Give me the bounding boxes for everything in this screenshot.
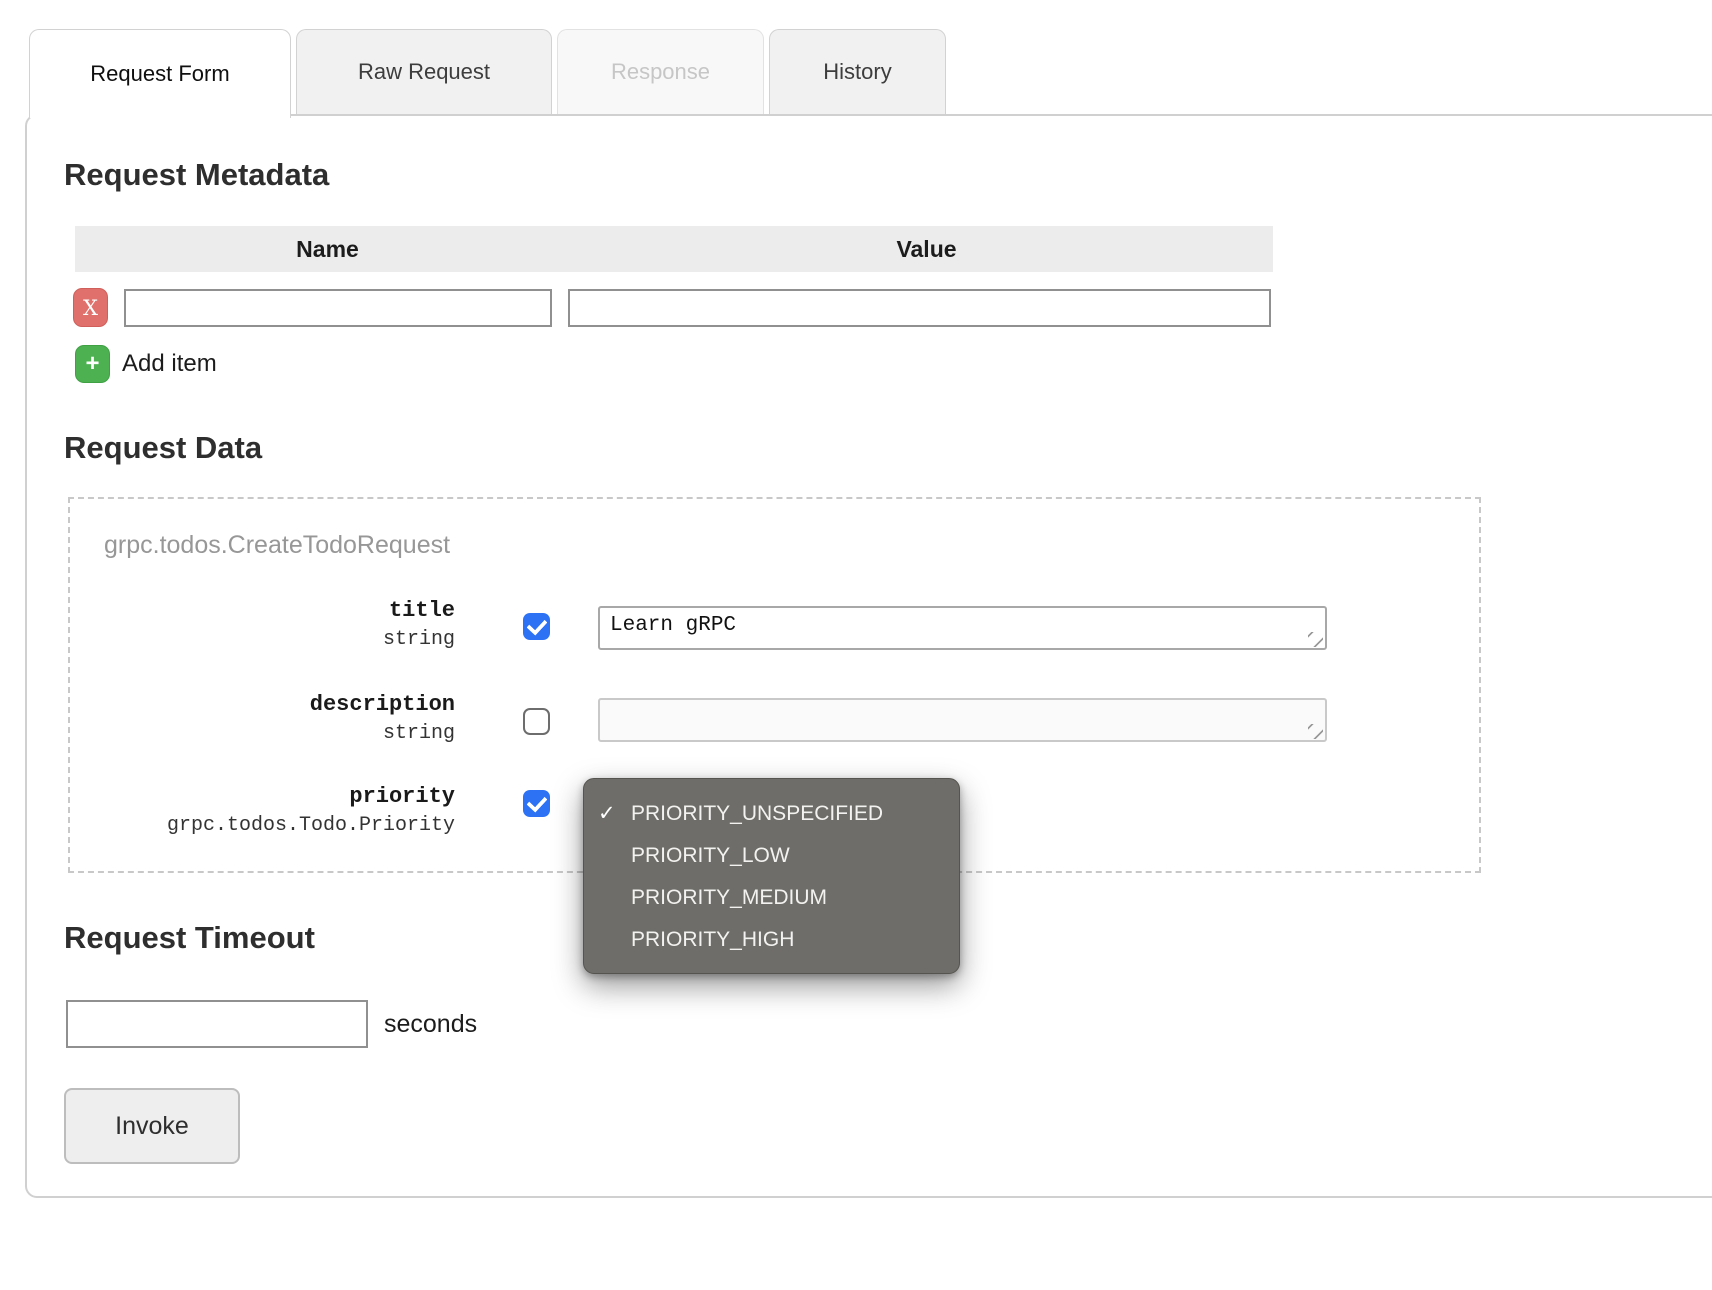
metadata-name-input[interactable] (124, 289, 552, 327)
message-type-label: grpc.todos.CreateTodoRequest (104, 531, 451, 559)
metadata-name-column-header: Name (296, 235, 359, 262)
field-name: priority (349, 784, 455, 809)
timeout-input[interactable] (66, 1000, 368, 1048)
add-metadata-row-button[interactable]: + (75, 345, 110, 383)
menu-item-priority-high[interactable]: PRIORITY_HIGH (584, 919, 959, 961)
tab-history[interactable]: History (769, 29, 946, 114)
menu-item-priority-low[interactable]: PRIORITY_LOW (584, 835, 959, 877)
menu-item-label: PRIORITY_HIGH (631, 928, 795, 951)
plus-icon: + (85, 350, 100, 377)
metadata-table-header: Name Value (75, 226, 1273, 272)
menu-item-label: PRIORITY_MEDIUM (631, 886, 828, 909)
field-name: description (309, 692, 455, 717)
title-textarea[interactable]: Learn gRPC (598, 606, 1327, 650)
field-type: string (382, 722, 455, 745)
field-label-priority: priority grpc.todos.Todo.Priority (80, 782, 455, 840)
checkmark-icon: ✓ (598, 802, 616, 825)
description-checkbox[interactable] (523, 708, 550, 735)
tab-response: Response (557, 29, 764, 114)
menu-item-label: PRIORITY_LOW (631, 844, 790, 867)
menu-item-priority-medium[interactable]: PRIORITY_MEDIUM (584, 877, 959, 919)
priority-dropdown-menu: ✓ PRIORITY_UNSPECIFIED PRIORITY_LOW PRIO… (583, 778, 960, 974)
field-name: title (388, 598, 455, 623)
priority-checkbox[interactable] (523, 790, 550, 817)
resize-grip-icon (1308, 724, 1323, 739)
tab-raw-request[interactable]: Raw Request (296, 29, 552, 114)
metadata-value-input[interactable] (568, 289, 1271, 327)
request-timeout-heading: Request Timeout (64, 920, 315, 955)
menu-item-label: PRIORITY_UNSPECIFIED (631, 802, 884, 825)
request-metadata-heading: Request Metadata (64, 157, 330, 192)
invoke-button[interactable]: Invoke (64, 1088, 240, 1164)
tab-request-form[interactable]: Request Form (29, 29, 291, 118)
field-type: grpc.todos.Todo.Priority (166, 814, 455, 837)
field-type: string (382, 628, 455, 651)
metadata-value-column-header: Value (896, 235, 957, 262)
field-label-description: description string (80, 690, 455, 748)
field-label-title: title string (80, 596, 455, 654)
menu-item-priority-unspecified[interactable]: ✓ PRIORITY_UNSPECIFIED (584, 793, 959, 835)
request-data-heading: Request Data (64, 430, 263, 465)
tab-bar: Request Form Raw Request Response Histor… (29, 29, 946, 118)
seconds-label: seconds (384, 1010, 478, 1038)
resize-grip-icon[interactable] (1308, 632, 1323, 647)
remove-metadata-row-button[interactable]: X (73, 288, 108, 327)
add-item-label: Add item (122, 350, 217, 377)
title-checkbox[interactable] (523, 613, 550, 640)
description-textarea (598, 698, 1327, 742)
